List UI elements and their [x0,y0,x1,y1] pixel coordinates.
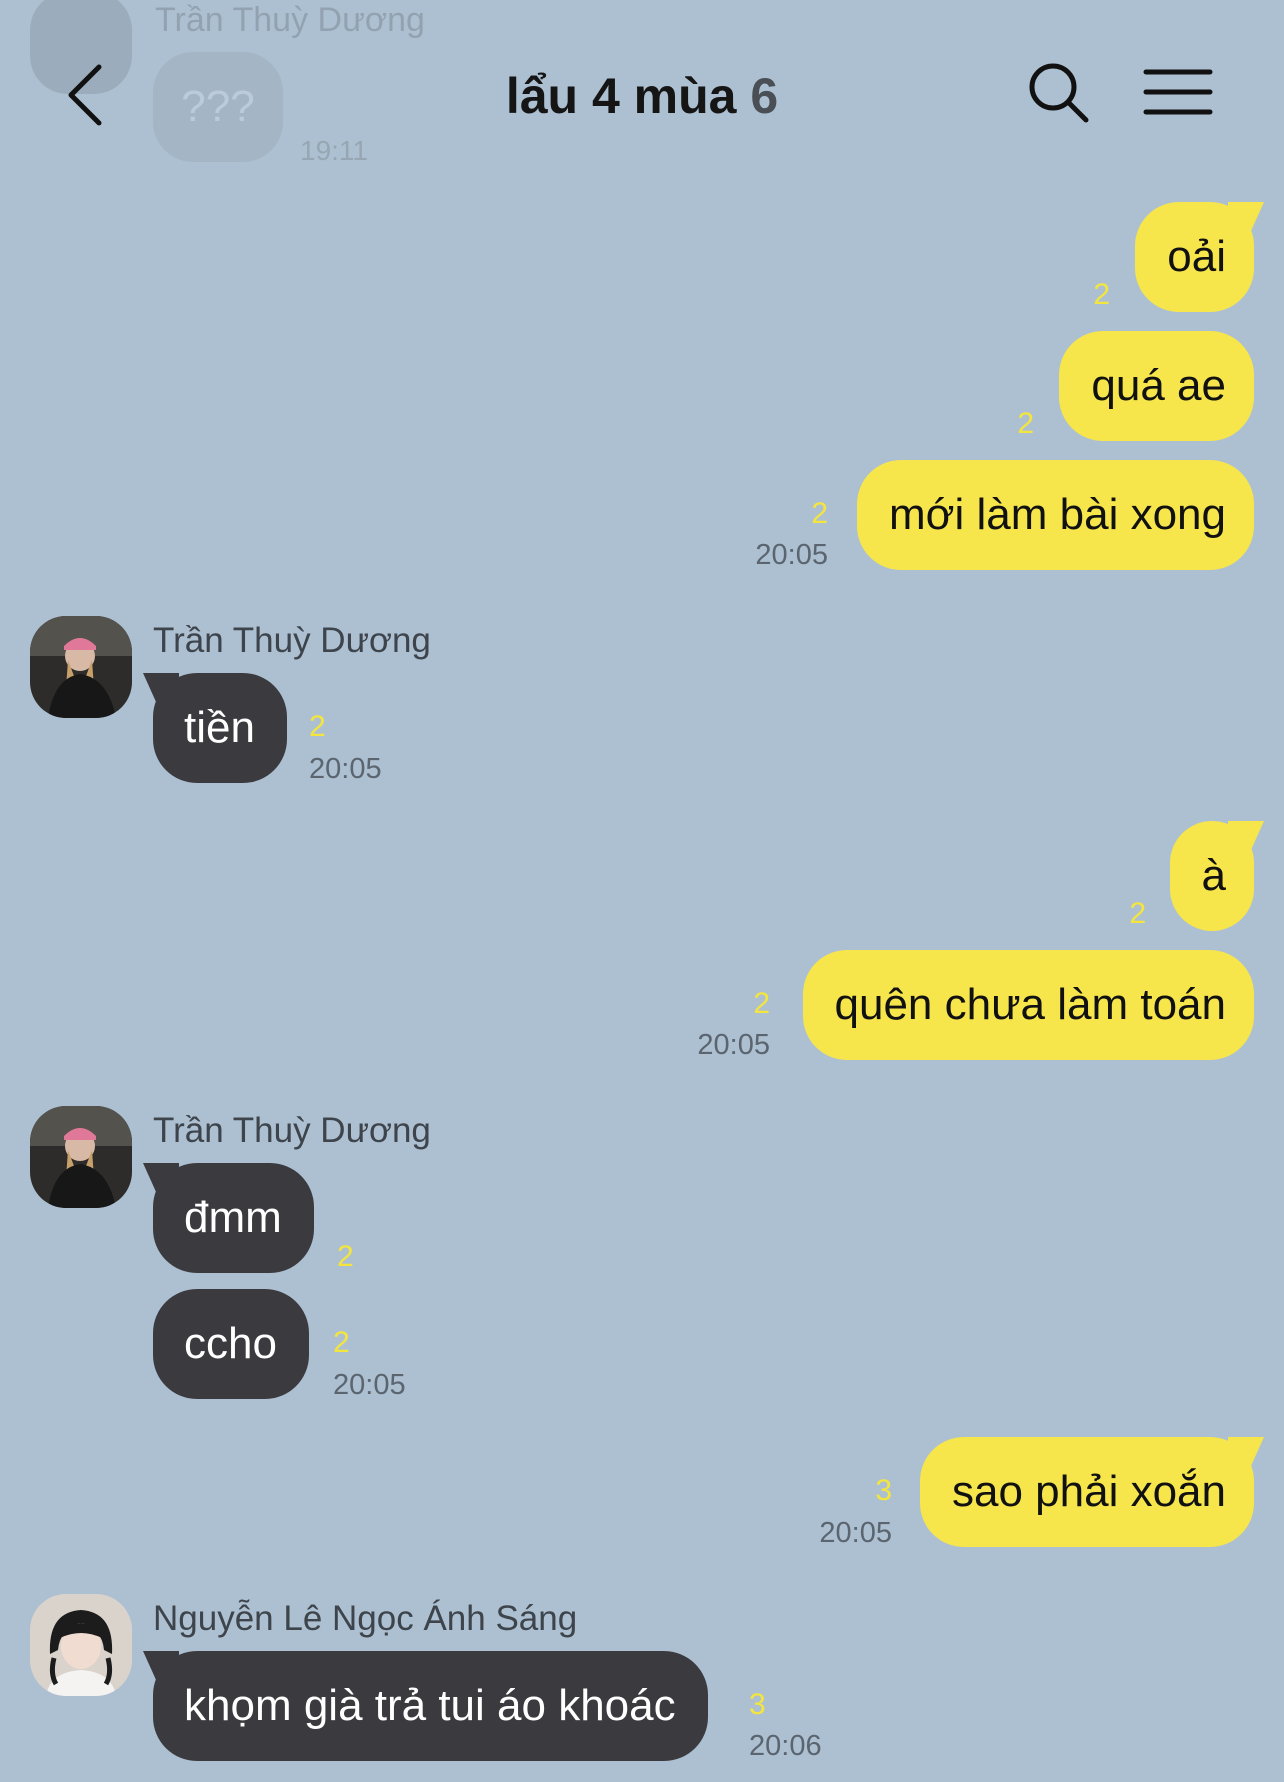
my-message-bubble[interactable]: quá ae [1059,331,1254,441]
hamburger-menu-icon [1143,69,1213,115]
unread-count: 3 [875,1474,892,1507]
profile-photo [30,1106,132,1208]
their-message-bubble[interactable]: đmm [153,1163,314,1273]
my-message-bubble[interactable]: quên chưa làm toán [802,950,1254,1060]
menu-button[interactable] [1142,62,1214,122]
sender-name: Trần Thuỳ Dương [153,1111,431,1150]
unread-count: 2 [1093,278,1110,311]
message-time: 20:05 [309,753,382,785]
search-icon [1029,63,1089,123]
sender-name: Trần Thuỳ Dương [153,621,431,660]
unread-count: 2 [753,987,770,1020]
avatar[interactable] [30,1106,132,1208]
chat-header: lẩu 4 mùa 6 [0,0,1284,190]
profile-photo [30,1594,132,1696]
message-time: 20:05 [697,1029,770,1061]
my-message-bubble[interactable]: mới làm bài xong [857,460,1254,570]
sender-name: Nguyễn Lê Ngọc Ánh Sáng [153,1599,578,1638]
my-message-bubble[interactable]: oải [1135,202,1254,312]
their-message-bubble[interactable]: khọm già trả tui áo khoác [153,1651,708,1761]
avatar[interactable] [30,616,132,718]
unread-count: 2 [1129,897,1146,930]
their-message-bubble[interactable]: ccho [153,1289,309,1399]
message-time: 20:05 [755,539,828,571]
unread-count: 2 [811,497,828,530]
unread-count: 2 [309,710,326,743]
member-count: 6 [750,68,779,124]
group-name: lẩu 4 mùa [505,68,737,124]
profile-photo [30,616,132,718]
their-message-bubble[interactable]: tiền [153,673,287,783]
search-button[interactable] [1024,58,1094,128]
unread-count: 2 [333,1326,350,1359]
message-time: 20:05 [333,1369,406,1401]
avatar[interactable] [30,1594,132,1696]
unread-count: 3 [749,1688,766,1721]
message-time: 20:05 [819,1517,892,1549]
unread-count: 2 [337,1240,354,1273]
my-message-bubble[interactable]: à [1169,821,1254,931]
message-time: 20:06 [749,1730,822,1762]
unread-count: 2 [1017,407,1034,440]
my-message-bubble[interactable]: sao phải xoắn [920,1437,1254,1547]
